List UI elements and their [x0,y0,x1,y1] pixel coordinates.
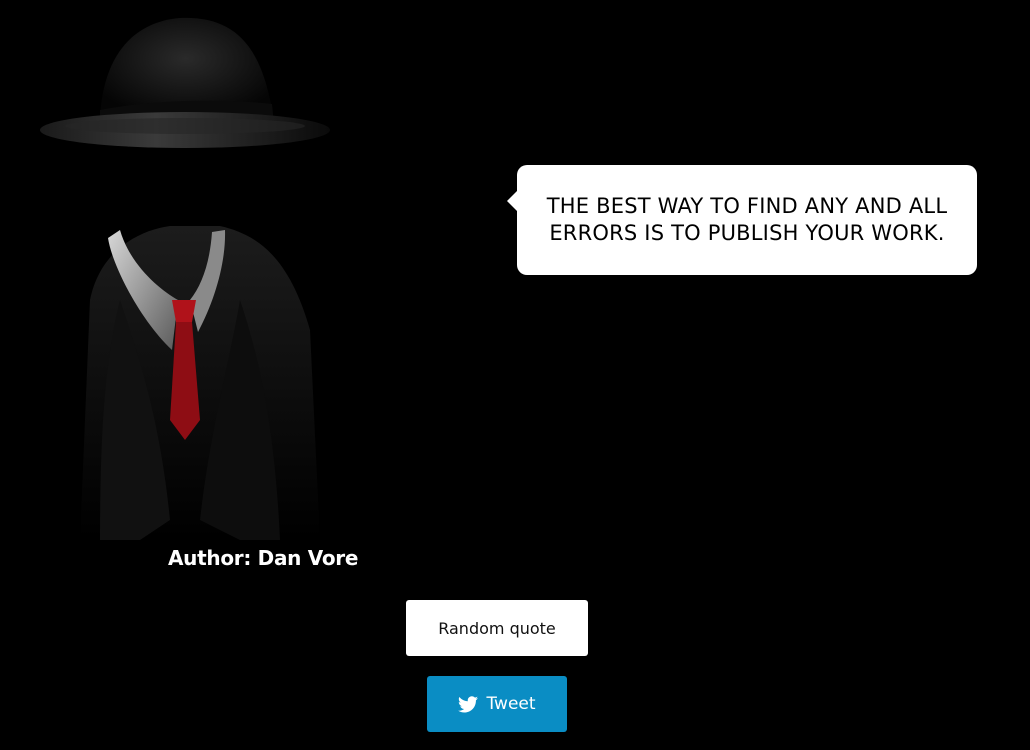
quote-text: The best way to find any and all errors … [546,194,948,245]
tweet-button[interactable]: Tweet [427,676,567,732]
quote-bubble: The best way to find any and all errors … [507,165,977,275]
quote-machine-page: The best way to find any and all errors … [0,0,1030,750]
random-quote-button[interactable]: Random quote [406,600,588,656]
faceless-man-illustration [40,17,330,540]
twitter-bird-icon [458,695,479,712]
random-quote-button-label: Random quote [438,618,556,638]
author-label: Author: Dan Vore [168,546,359,570]
tweet-button-label: Tweet [486,694,536,714]
